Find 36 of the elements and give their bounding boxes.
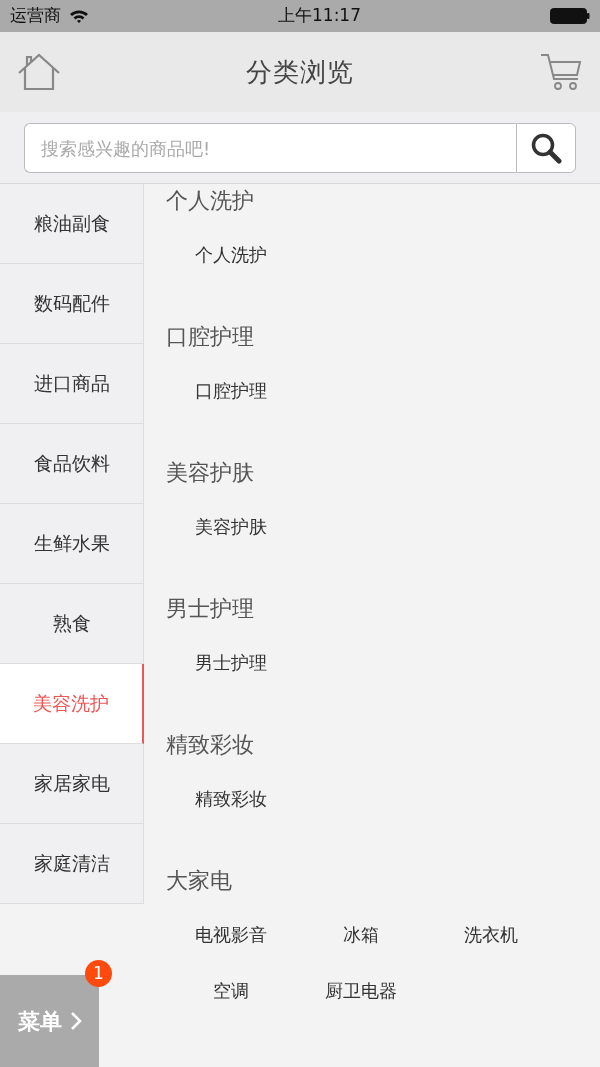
carrier-name: 运营商 [10, 4, 61, 28]
cart-icon[interactable] [540, 53, 582, 91]
subcategory-link[interactable]: 冰箱 [296, 906, 426, 962]
section-title: 男士护理 [166, 595, 255, 623]
page-title: 分类浏览 [246, 55, 354, 89]
category-item[interactable]: 数码配件 [0, 264, 144, 344]
subcategory-link[interactable]: 美容护肤 [166, 498, 296, 554]
subcategory-link[interactable]: 个人洗护 [166, 226, 296, 282]
category-item[interactable]: 粮油副食 [0, 184, 144, 264]
subcategory-link[interactable]: 洗衣机 [426, 906, 556, 962]
category-item[interactable]: 家庭清洁 [0, 824, 144, 904]
category-item[interactable]: 进口商品 [0, 344, 144, 424]
subcategory-link[interactable]: 空调 [166, 962, 296, 1018]
subcategory-link[interactable]: 口腔护理 [166, 362, 296, 418]
section-title: 美容护肤 [166, 459, 255, 487]
category-item[interactable]: 食品饮料 [0, 424, 144, 504]
search-field[interactable]: 搜索感兴趣的商品吧! [24, 123, 516, 173]
category-item[interactable]: 家居家电 [0, 744, 144, 824]
section-title: 精致彩妆 [166, 731, 255, 759]
search-button[interactable] [516, 123, 576, 173]
category-item[interactable]: 熟食 [0, 584, 144, 664]
category-item[interactable]: 生鲜水果 [0, 504, 144, 584]
section-title: 口腔护理 [166, 323, 255, 351]
battery-icon [550, 8, 590, 24]
search-icon [530, 132, 562, 164]
subcategory-link[interactable]: 电视影音 [166, 906, 296, 962]
clock-time: 上午11:17 [278, 4, 361, 28]
section-title: 大家电 [166, 867, 233, 895]
chevron-icon [69, 1011, 82, 1031]
section-title: 个人洗护 [166, 187, 255, 215]
home-icon[interactable] [18, 53, 60, 91]
notification-badge: 1 [85, 960, 112, 987]
subcategory-link[interactable]: 男士护理 [166, 634, 296, 690]
wifi-icon [69, 8, 89, 24]
subcategory-link[interactable]: 精致彩妆 [166, 770, 296, 826]
subcategory-link[interactable]: 厨卫电器 [296, 962, 426, 1018]
